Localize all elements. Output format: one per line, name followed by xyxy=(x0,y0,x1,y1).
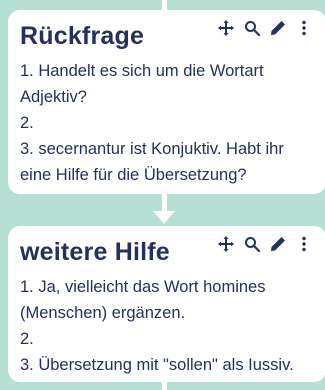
content-line: Adjektiv? xyxy=(20,88,87,106)
more-vertical-icon[interactable] xyxy=(296,20,312,36)
content-line: 3. Übersetzung mit "sollen" als Iussiv. xyxy=(20,356,294,374)
more-vertical-icon[interactable] xyxy=(296,236,312,252)
content-line: 1. Handelt es sich um die Wortart xyxy=(20,62,264,80)
card-header: weitere Hilfe xyxy=(20,236,312,268)
search-icon[interactable] xyxy=(244,236,260,252)
search-icon[interactable] xyxy=(244,20,260,36)
pencil-icon[interactable] xyxy=(270,236,286,252)
move-icon[interactable] xyxy=(218,20,234,36)
content-line: 3. secernantur ist Konjuktiv. Habt ihr xyxy=(20,140,284,158)
arrow-down-icon xyxy=(153,211,175,224)
move-icon[interactable] xyxy=(218,236,234,252)
card-weitere-hilfe[interactable]: weitere Hilfe 1. Ja, vielleicht das Wort… xyxy=(8,226,325,382)
card-rueckfrage[interactable]: Rückfrage 1. Handelt es sich um die Wort… xyxy=(8,10,325,194)
content-line: eine Hilfe für die Übersetzung? xyxy=(20,166,247,184)
content-line: 2. xyxy=(20,330,34,348)
pencil-icon[interactable] xyxy=(270,20,286,36)
content-line: 1. Ja, vielleicht das Wort homines xyxy=(20,278,266,296)
card-toolbar xyxy=(218,236,312,252)
content-line: (Menschen) ergänzen. xyxy=(20,304,186,322)
card-content: 1. Ja, vielleicht das Wort homines (Mens… xyxy=(20,274,312,378)
content-line: 2. xyxy=(20,114,34,132)
card-toolbar xyxy=(218,20,312,36)
card-header: Rückfrage xyxy=(20,20,312,52)
card-content: 1. Handelt es sich um die Wortart Adjekt… xyxy=(20,58,312,188)
